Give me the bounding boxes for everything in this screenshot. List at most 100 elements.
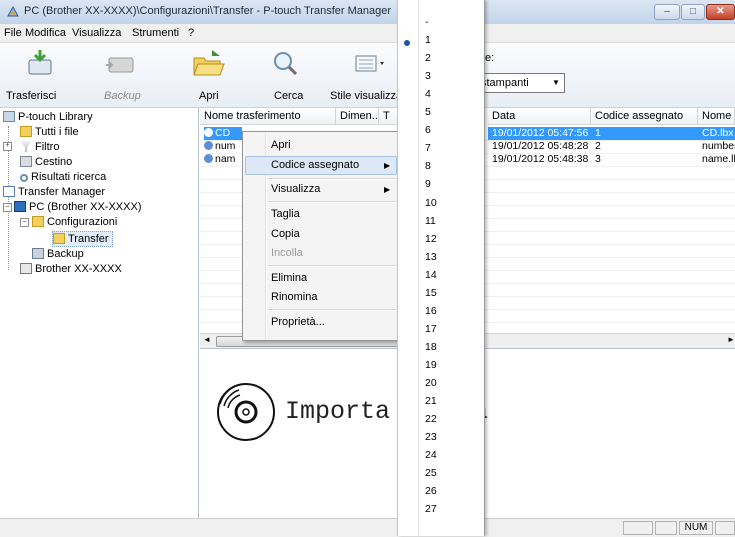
preview-text-left: Importa — [285, 397, 391, 426]
tree-item-filter[interactable]: Filtro — [20, 140, 59, 154]
view-style-icon[interactable] — [350, 48, 386, 78]
number-list-item[interactable]: 9 — [425, 178, 431, 190]
table-row[interactable]: num — [204, 140, 242, 153]
column-header-size[interactable]: Dimen... — [336, 108, 379, 125]
cell-date: 19/01/2012 05:47:56 — [492, 127, 589, 139]
number-list-item[interactable]: 14 — [425, 269, 437, 281]
collapse-icon[interactable]: – — [20, 218, 29, 227]
number-list-item[interactable]: 20 — [425, 377, 437, 389]
tree-item-pc[interactable]: PC (Brother XX-XXXX) — [14, 200, 141, 214]
ctx-item-rename[interactable]: Rinomina — [271, 291, 317, 303]
number-list-item[interactable]: 18 — [425, 341, 437, 353]
number-list-item[interactable]: 10 — [425, 197, 437, 209]
column-header-name[interactable]: Nome trasferimento — [200, 108, 336, 125]
ctx-item-copy[interactable]: Copia — [271, 228, 300, 240]
number-list-item[interactable]: 4 — [425, 88, 431, 100]
number-list-item[interactable]: 15 — [425, 287, 437, 299]
menu-strumenti[interactable]: Strumenti — [132, 27, 179, 39]
search-icon[interactable] — [268, 48, 304, 78]
tree-item-ptouch-library[interactable]: P-touch Library — [3, 110, 93, 124]
number-list-item[interactable]: 19 — [425, 359, 437, 371]
tree-item-trash[interactable]: Cestino — [20, 155, 72, 169]
number-list-item[interactable]: 6 — [425, 124, 431, 136]
open-folder-icon[interactable] — [190, 48, 226, 78]
menu-separator — [268, 201, 396, 203]
status-cell — [623, 521, 653, 535]
table-row[interactable]: 19/01/2012 05:47:56 1 CD.lbx — [488, 127, 735, 140]
printer-icon — [20, 263, 32, 274]
table-row[interactable]: CD — [204, 127, 242, 140]
backup-icon — [32, 248, 44, 259]
label-file-icon — [204, 141, 213, 150]
number-list-item[interactable]: 2 — [425, 52, 431, 64]
tree-item-transfer-manager[interactable]: Transfer Manager — [3, 185, 105, 199]
view-style-label[interactable]: Stile visualizza — [330, 90, 402, 102]
number-list-item[interactable]: 7 — [425, 142, 431, 154]
ctx-item-open[interactable]: Apri — [271, 139, 291, 151]
number-list-item[interactable]: 3 — [425, 70, 431, 82]
scroll-left-icon[interactable]: ◄ — [203, 335, 211, 344]
number-list-item[interactable]: 11 — [425, 215, 436, 227]
tree-item-label: Transfer Manager — [18, 186, 106, 198]
number-list-item[interactable]: 16 — [425, 305, 437, 317]
minimize-button[interactable]: – — [654, 4, 680, 20]
ctx-item-properties[interactable]: Proprietà... — [271, 316, 325, 328]
column-header-code[interactable]: Codice assegnato — [591, 108, 698, 125]
menu-modifica[interactable]: Modifica — [25, 27, 66, 39]
chevron-down-icon[interactable]: ▼ — [552, 78, 560, 87]
close-button[interactable]: ✕ — [706, 4, 735, 20]
status-cell — [715, 521, 735, 535]
status-cell — [655, 521, 677, 535]
transfer-icon[interactable] — [22, 48, 58, 78]
transfer-label[interactable]: Trasferisci — [6, 90, 56, 102]
search-label[interactable]: Cerca — [274, 90, 303, 102]
tree-item-configurations[interactable]: Configurazioni — [32, 215, 117, 229]
tree-connector — [8, 205, 9, 270]
menu-help[interactable]: ? — [188, 27, 194, 39]
number-list-item[interactable]: 12 — [425, 233, 437, 245]
number-list-item[interactable]: 1 — [425, 34, 431, 46]
number-list-item[interactable]: 26 — [425, 485, 437, 497]
number-list-item[interactable]: 5 — [425, 106, 431, 118]
tree-item-brother[interactable]: Brother XX-XXXX — [20, 262, 122, 276]
tree-item-backup[interactable]: Backup — [32, 247, 84, 261]
open-label[interactable]: Apri — [199, 90, 219, 102]
number-list-item[interactable]: 13 — [425, 251, 437, 263]
table-row[interactable]: 19/01/2012 05:48:28 2 number — [488, 140, 735, 153]
number-list-item[interactable]: - — [425, 16, 429, 28]
cd-icon — [217, 383, 275, 441]
menu-file[interactable]: File — [4, 27, 22, 39]
printer-label: e: — [485, 52, 495, 64]
maximize-button[interactable]: □ — [681, 4, 705, 20]
tree-item-label: Cestino — [35, 156, 73, 168]
tree-item-transfer[interactable]: Transfer — [52, 231, 113, 247]
tree-item-label: Risultati ricerca — [31, 171, 107, 183]
number-list-item[interactable]: 22 — [425, 413, 437, 425]
table-row[interactable]: 19/01/2012 05:48:38 3 name.lb — [488, 153, 735, 166]
column-header-date[interactable]: Data — [488, 108, 591, 125]
submenu-arrow-icon: ▶ — [384, 185, 391, 194]
tree-item-search-results[interactable]: Risultati ricerca — [20, 170, 106, 184]
scroll-right-icon[interactable]: ► — [727, 335, 735, 344]
number-list-item[interactable]: 25 — [425, 467, 437, 479]
backup-icon — [106, 57, 134, 73]
ctx-item-view[interactable]: Visualizza — [271, 183, 320, 195]
column-header-filename[interactable]: Nome — [698, 108, 735, 125]
number-list-item[interactable]: 21 — [425, 395, 437, 407]
column-header-type[interactable]: T — [379, 108, 399, 125]
ctx-item-cut[interactable]: Taglia — [271, 208, 300, 220]
number-list-item[interactable]: 24 — [425, 449, 437, 461]
number-list-item[interactable]: 17 — [425, 323, 437, 335]
ctx-item-delete[interactable]: Elimina — [271, 272, 307, 284]
menu-visualizza[interactable]: Visualizza — [72, 27, 121, 39]
collapse-icon[interactable]: – — [3, 203, 12, 212]
cell-name: nam — [215, 153, 236, 165]
ctx-item-assigned-code[interactable]: Codice assegnato — [271, 159, 359, 171]
expand-icon[interactable]: + — [3, 142, 12, 151]
number-list-item[interactable]: 27 — [425, 503, 437, 515]
tree-item-all-files[interactable]: Tutti i file — [20, 125, 79, 139]
table-row[interactable]: nam — [204, 153, 242, 166]
cell-code: 3 — [595, 153, 601, 165]
number-list-item[interactable]: 23 — [425, 431, 437, 443]
number-list-item[interactable]: 8 — [425, 160, 431, 172]
